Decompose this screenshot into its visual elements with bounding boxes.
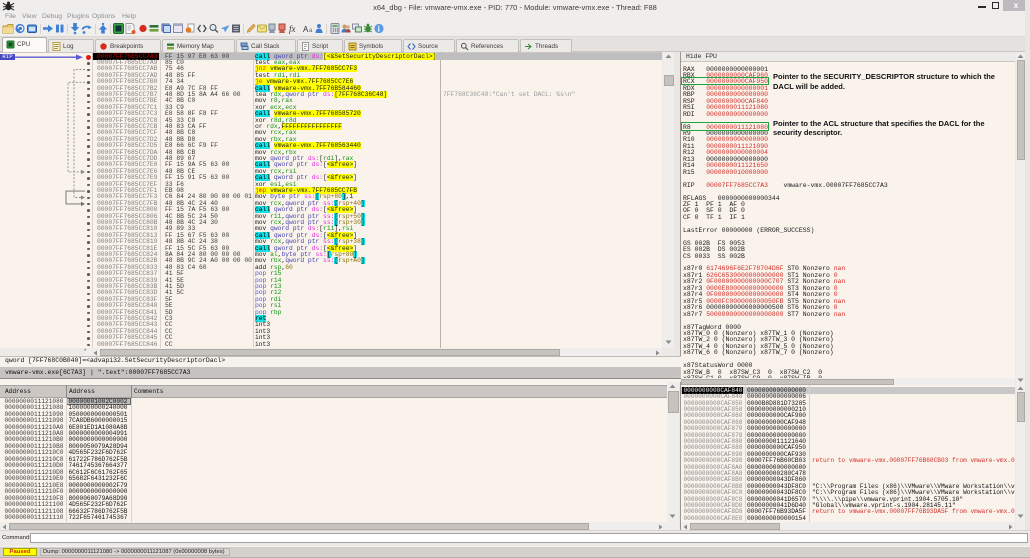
svg-text:fx: fx xyxy=(289,24,296,34)
svg-text:a: a xyxy=(309,28,313,34)
